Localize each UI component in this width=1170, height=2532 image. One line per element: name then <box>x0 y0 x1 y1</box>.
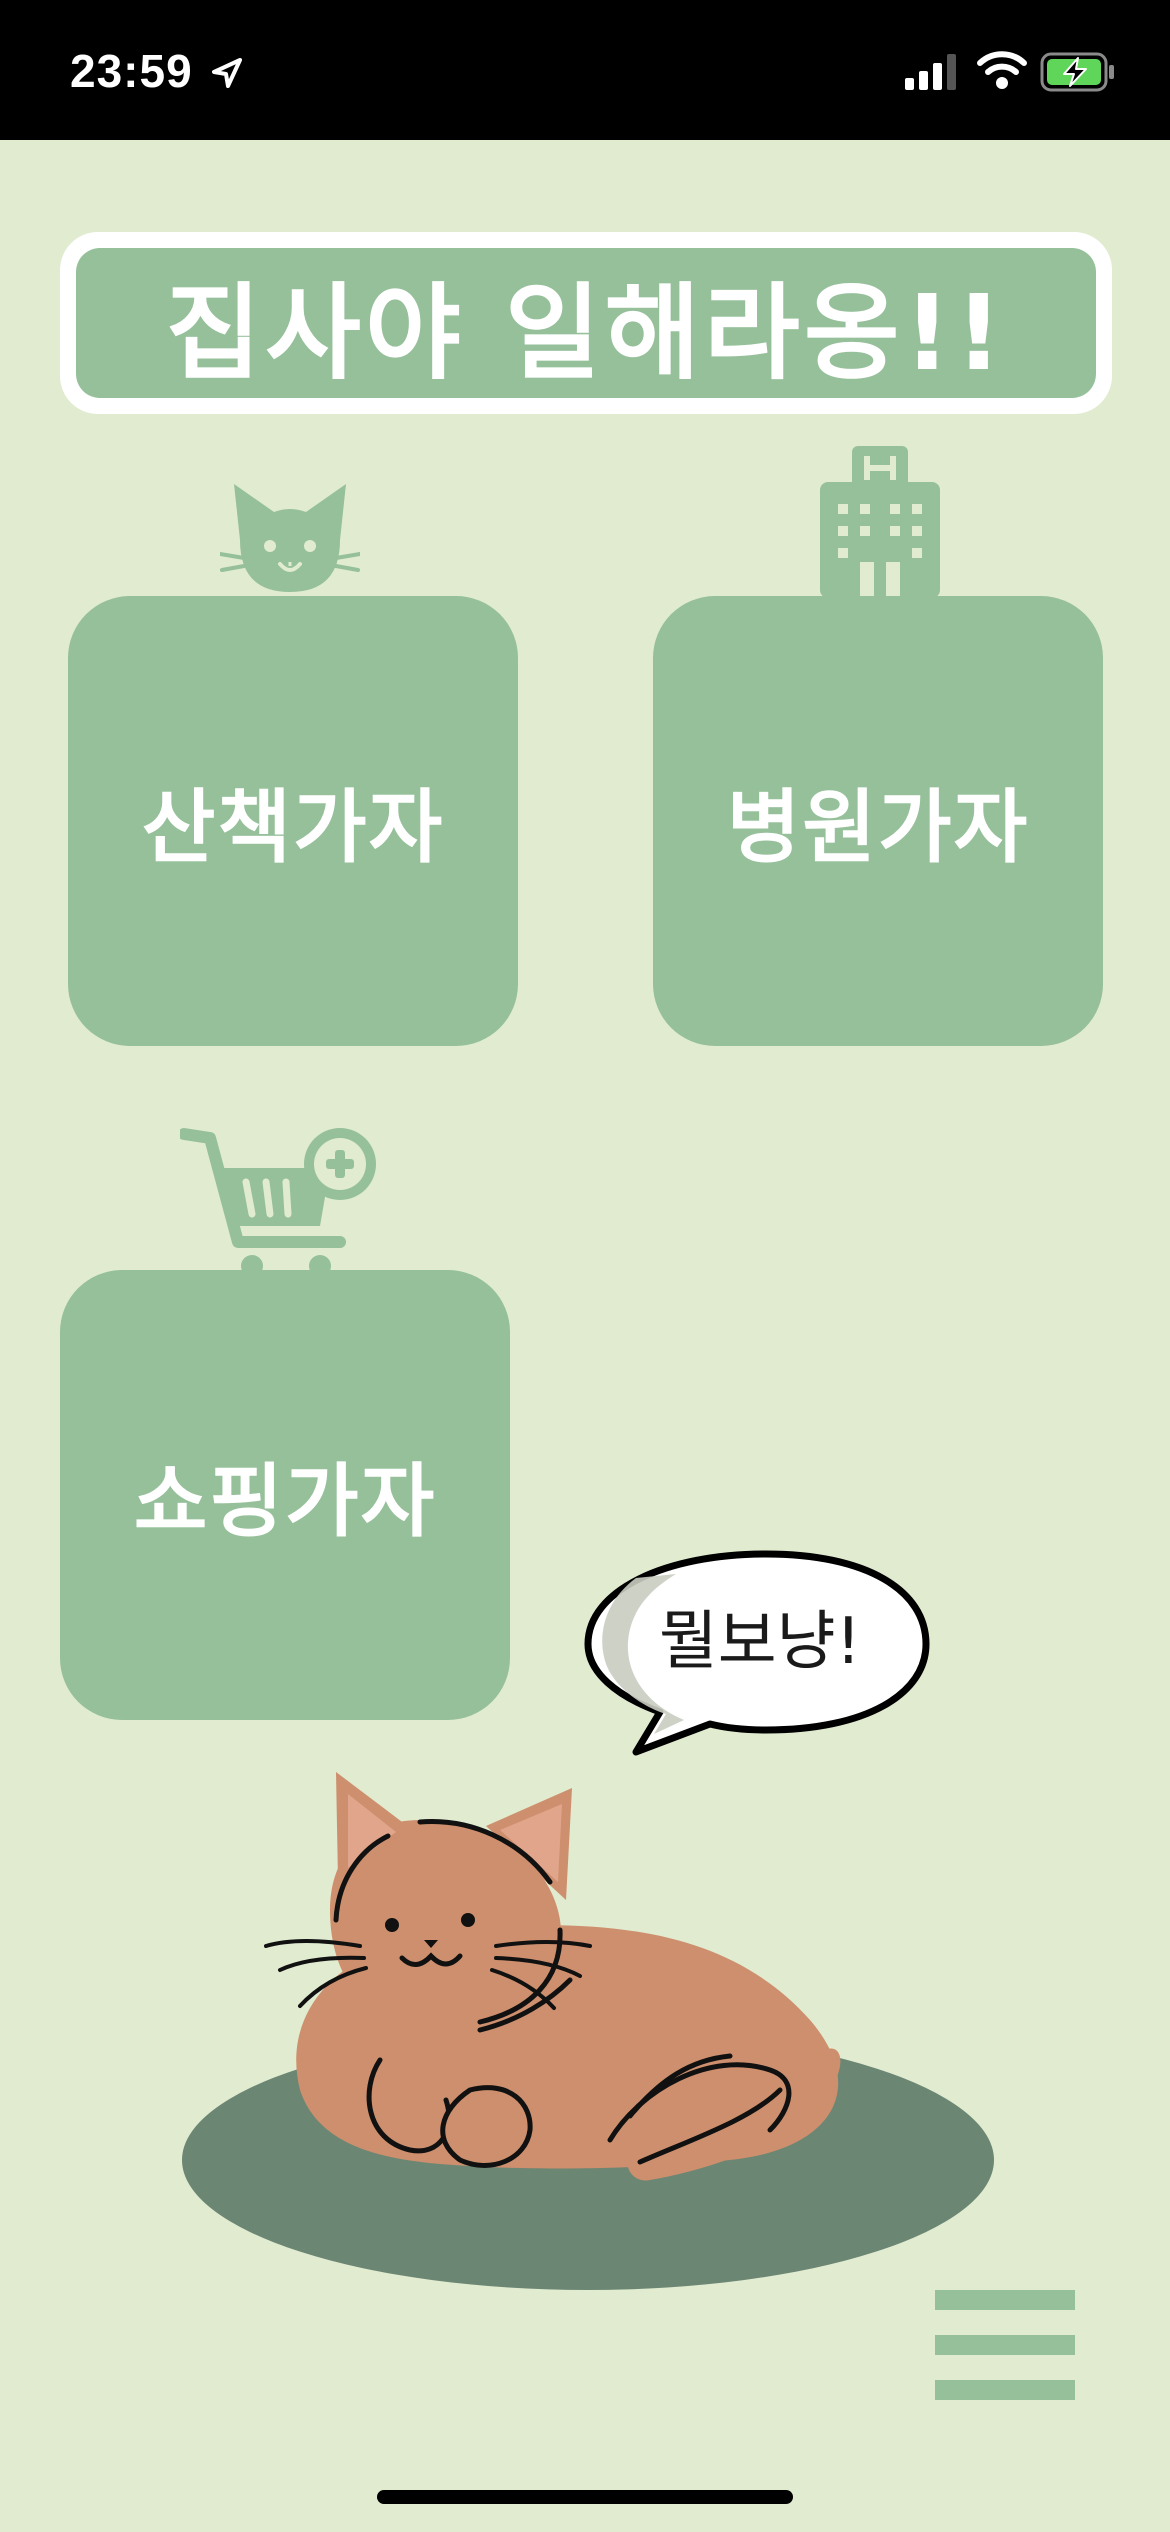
cat-face-icon <box>220 484 360 592</box>
shopping-button-label: 쇼핑가자 <box>133 1455 437 1548</box>
wifi-icon <box>977 51 1027 89</box>
speech-bubble-text: 뭘보냥! <box>658 1605 862 1679</box>
location-arrow-icon <box>212 58 242 88</box>
hamburger-menu-icon <box>935 2380 1075 2400</box>
home-indicator[interactable] <box>377 2490 793 2504</box>
shopping-button[interactable]: 쇼핑가자 <box>60 1270 510 1720</box>
battery-charging-icon <box>1040 52 1114 92</box>
hospital-button-label: 병원가자 <box>726 781 1030 874</box>
page-title: 집사야 일해라옹!! <box>165 271 1007 394</box>
menu-button[interactable] <box>935 2290 1075 2400</box>
title-banner: 집사야 일해라옹!! <box>60 232 1112 414</box>
walk-button-label: 산책가자 <box>141 781 445 874</box>
hospital-button[interactable]: 병원가자 <box>653 596 1103 1046</box>
title-inner: 집사야 일해라옹!! <box>76 248 1096 398</box>
status-time: 23:59 <box>70 45 193 97</box>
signal-icon <box>905 54 956 90</box>
cat-illustration <box>182 1772 994 2290</box>
hospital-building-icon <box>820 446 940 598</box>
status-bar: 23:59 <box>0 0 1170 140</box>
shopping-cart-plus-icon <box>180 1128 376 1277</box>
hamburger-menu-icon <box>935 2335 1075 2355</box>
hamburger-menu-icon <box>935 2290 1075 2310</box>
walk-button[interactable]: 산책가자 <box>68 596 518 1046</box>
